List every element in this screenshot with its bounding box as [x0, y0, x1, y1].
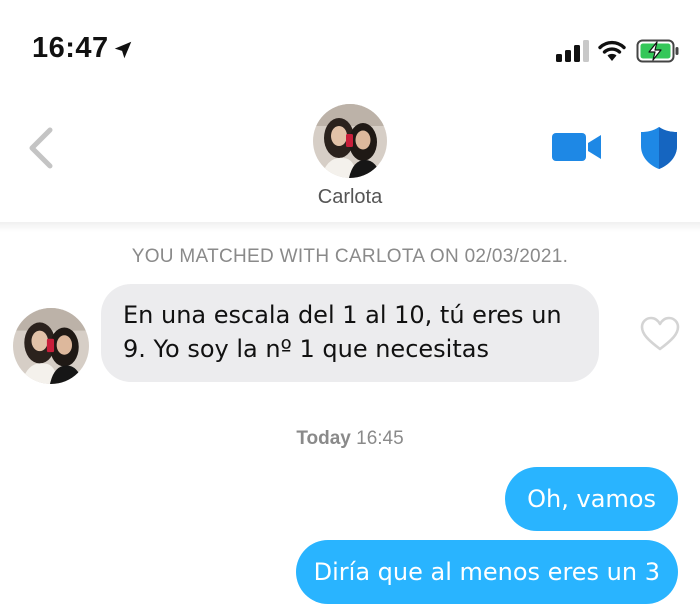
avatar-photo	[13, 308, 89, 384]
header-divider	[0, 222, 700, 232]
cellular-signal-icon	[556, 40, 589, 62]
message-timestamp: Today 16:45	[0, 428, 700, 450]
location-arrow-icon	[114, 41, 132, 59]
wifi-icon	[598, 40, 626, 61]
chat-header: Carlota	[0, 100, 700, 224]
contact-name[interactable]: Carlota	[250, 186, 450, 209]
status-time: 16:47	[32, 32, 109, 64]
battery-charging-icon	[636, 39, 679, 63]
sender-avatar[interactable]	[13, 308, 89, 384]
match-banner: YOU MATCHED WITH CARLOTA ON 02/03/2021.	[131, 246, 569, 267]
outgoing-message-bubble[interactable]: Oh, vamos	[505, 467, 678, 531]
status-bar: 16:47	[0, 0, 700, 100]
timestamp-day: Today	[296, 428, 351, 449]
contact-avatar[interactable]	[313, 104, 387, 178]
chat-screen: 16:47 Carlota YOU MATCHED WITH CARLOTA O…	[0, 0, 700, 607]
avatar-photo	[313, 104, 387, 178]
shield-icon[interactable]	[640, 126, 678, 170]
chevron-left-icon[interactable]	[24, 126, 58, 170]
heart-icon[interactable]	[640, 316, 680, 352]
video-camera-icon[interactable]	[552, 130, 602, 164]
incoming-message-bubble[interactable]: En una escala del 1 al 10, tú eres un 9.…	[101, 284, 599, 382]
outgoing-message-bubble[interactable]: Diría que al menos eres un 3	[295, 540, 678, 604]
timestamp-time: 16:45	[356, 428, 404, 449]
